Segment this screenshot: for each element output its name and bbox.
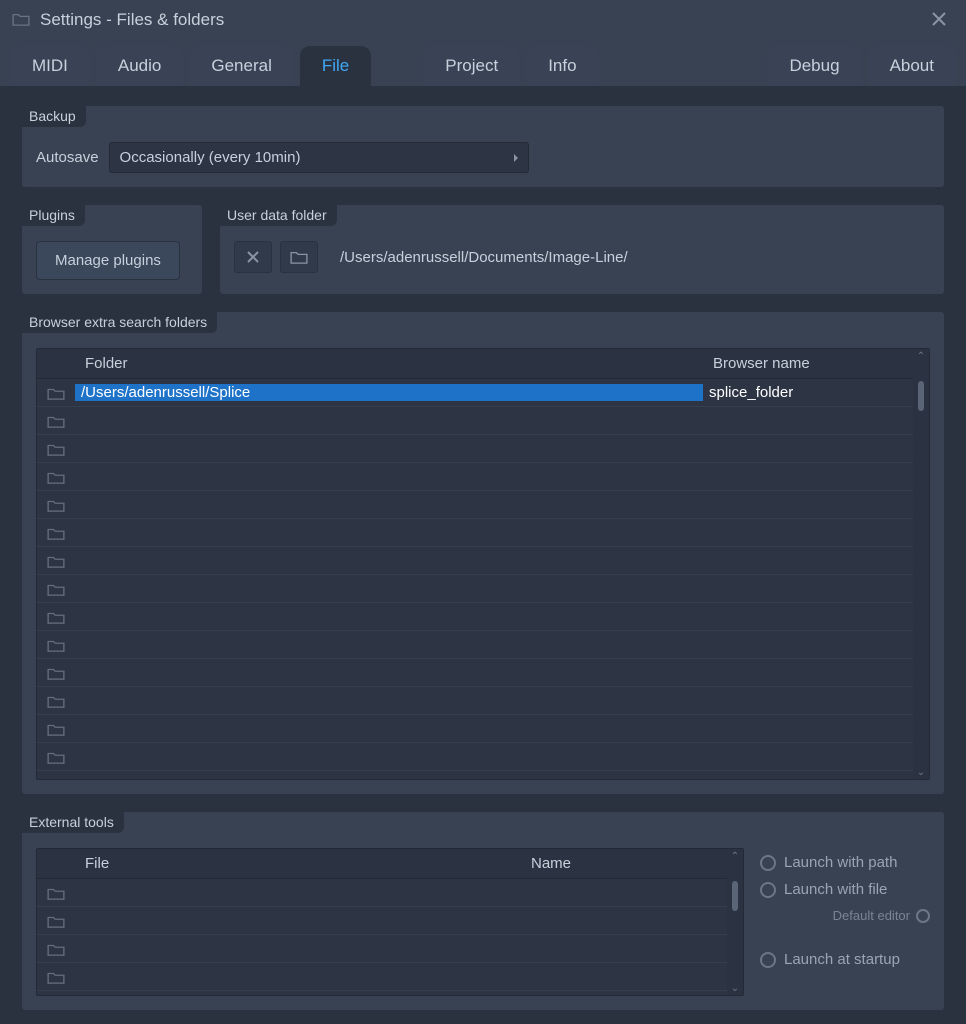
browser-folders-panel: Browser extra search folders Folder Brow… (22, 312, 944, 794)
folder-icon[interactable] (37, 638, 75, 652)
folder-path-cell[interactable]: /Users/adenrussell/Splice (75, 384, 703, 401)
clear-path-button[interactable] (234, 241, 272, 273)
folder-icon[interactable] (37, 470, 75, 484)
tab-bar: MIDI Audio General File Project Info Deb… (0, 40, 966, 86)
table-row[interactable] (37, 631, 913, 659)
folder-icon[interactable] (37, 914, 75, 928)
scrollbar-thumb[interactable] (918, 381, 924, 411)
tab-midi[interactable]: MIDI (10, 46, 90, 86)
browse-folder-button[interactable] (280, 241, 318, 273)
table-row[interactable] (37, 491, 913, 519)
panel-label: Browser extra search folders (21, 311, 217, 333)
close-button[interactable] (924, 5, 954, 36)
table-row[interactable] (37, 879, 727, 907)
folder-icon[interactable] (37, 886, 75, 900)
folder-icon[interactable] (37, 694, 75, 708)
table-row[interactable] (37, 575, 913, 603)
scroll-up-icon[interactable]: ⌃ (727, 849, 743, 863)
column-name[interactable]: Name (521, 849, 727, 878)
scroll-down-icon[interactable]: ⌄ (727, 981, 743, 995)
autosave-dropdown[interactable]: Occasionally (every 10min) (109, 142, 529, 173)
radio-icon (916, 909, 930, 923)
folder-icon[interactable] (37, 442, 75, 456)
titlebar: Settings - Files & folders (0, 0, 966, 40)
table-row[interactable]: /Users/adenrussell/Splicesplice_folder (37, 379, 913, 407)
table-row[interactable] (37, 743, 913, 771)
table-row[interactable] (37, 659, 913, 687)
folder-icon[interactable] (37, 554, 75, 568)
panel-label: Plugins (21, 204, 85, 226)
tab-info[interactable]: Info (526, 46, 598, 86)
launch-with-file-radio[interactable]: Launch with file (760, 881, 930, 898)
scrollbar[interactable]: ⌄ (913, 379, 929, 779)
table-row[interactable] (37, 463, 913, 491)
tab-project[interactable]: Project (423, 46, 520, 86)
tab-general[interactable]: General (189, 46, 293, 86)
browser-folders-list[interactable]: /Users/adenrussell/Splicesplice_folder (37, 379, 913, 779)
scrollbar-thumb[interactable] (732, 881, 738, 911)
table-row[interactable] (37, 547, 913, 575)
folder-icon[interactable] (37, 526, 75, 540)
plugins-panel: Plugins Manage plugins (22, 205, 202, 294)
tab-audio[interactable]: Audio (96, 46, 183, 86)
autosave-value: Occasionally (every 10min) (120, 149, 301, 166)
launch-with-path-radio[interactable]: Launch with path (760, 854, 930, 871)
tab-debug[interactable]: Debug (767, 46, 861, 86)
table-row[interactable] (37, 687, 913, 715)
launch-at-startup-radio[interactable]: Launch at startup (760, 951, 930, 968)
folder-icon (12, 12, 30, 29)
radio-icon (760, 855, 776, 871)
folder-icon[interactable] (37, 610, 75, 624)
folder-icon[interactable] (37, 498, 75, 512)
table-row[interactable] (37, 435, 913, 463)
folder-icon[interactable] (37, 970, 75, 984)
folder-icon[interactable] (37, 666, 75, 680)
table-row[interactable] (37, 603, 913, 631)
autosave-label: Autosave (36, 149, 99, 166)
tab-file[interactable]: File (300, 46, 371, 86)
tab-about[interactable]: About (868, 46, 956, 86)
table-row[interactable] (37, 963, 727, 991)
column-file[interactable]: File (75, 849, 521, 878)
column-folder[interactable]: Folder (75, 349, 703, 378)
manage-plugins-button[interactable]: Manage plugins (36, 241, 180, 280)
scroll-down-icon[interactable]: ⌄ (913, 765, 929, 779)
user-data-path: /Users/adenrussell/Documents/Image-Line/ (340, 249, 628, 266)
backup-panel: Backup Autosave Occasionally (every 10mi… (22, 106, 944, 187)
column-browser-name[interactable]: Browser name (703, 349, 913, 378)
folder-icon[interactable] (37, 582, 75, 596)
table-row[interactable] (37, 907, 727, 935)
scroll-up-icon[interactable]: ⌃ (913, 349, 929, 363)
table-row[interactable] (37, 935, 727, 963)
folder-icon[interactable] (37, 414, 75, 428)
scrollbar[interactable]: ⌄ (727, 879, 743, 995)
user-data-panel: User data folder /Users/adenrussell/Docu… (220, 205, 944, 294)
browser-name-cell[interactable]: splice_folder (703, 384, 913, 401)
folder-icon[interactable] (37, 722, 75, 736)
external-tools-list[interactable] (37, 879, 727, 995)
default-editor-radio[interactable]: Default editor (760, 908, 930, 923)
content-area: Backup Autosave Occasionally (every 10mi… (0, 86, 966, 1024)
folder-icon[interactable] (37, 942, 75, 956)
chevron-right-icon (514, 154, 518, 162)
external-tools-panel: External tools File Name ⌃ (22, 812, 944, 1010)
panel-label: User data folder (219, 204, 337, 226)
table-row[interactable] (37, 715, 913, 743)
panel-label: Backup (21, 105, 86, 127)
table-row[interactable] (37, 407, 913, 435)
settings-window: Settings - Files & folders MIDI Audio Ge… (0, 0, 966, 1024)
window-title: Settings - Files & folders (40, 10, 224, 30)
table-row[interactable] (37, 519, 913, 547)
external-tools-options: Launch with path Launch with file Defaul… (760, 848, 930, 996)
radio-icon (760, 952, 776, 968)
panel-label: External tools (21, 811, 124, 833)
folder-icon[interactable] (37, 386, 75, 400)
folder-icon[interactable] (37, 750, 75, 764)
radio-icon (760, 882, 776, 898)
